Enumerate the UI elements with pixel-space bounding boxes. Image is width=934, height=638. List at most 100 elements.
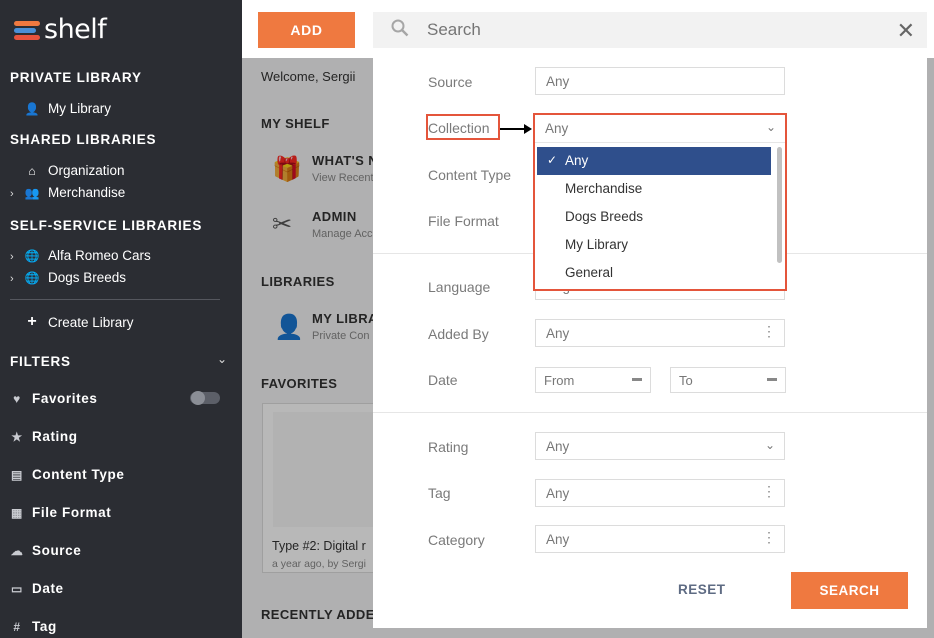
collection-option-my-library[interactable]: My Library xyxy=(537,231,771,259)
shelf-logo[interactable]: shelf xyxy=(14,14,107,45)
chevron-down-icon: ⌄ xyxy=(764,438,775,452)
date-to-placeholder: To xyxy=(679,373,693,388)
chevron-right-icon[interactable]: › xyxy=(10,273,14,285)
hash-icon: # xyxy=(13,619,21,634)
language-label: Language xyxy=(428,279,491,295)
rating-value: Any xyxy=(546,439,570,454)
source-value: Any xyxy=(546,74,570,89)
cloud-icon: ☁ xyxy=(10,543,24,558)
filter-label: Tag xyxy=(32,619,57,634)
tag-field[interactable]: Any ⋮ xyxy=(535,479,785,507)
collection-value: Any xyxy=(545,121,569,136)
date-to-input[interactable]: To ▬ xyxy=(670,367,786,393)
chevron-right-icon[interactable]: › xyxy=(10,188,14,200)
category-label: Category xyxy=(428,532,485,548)
sidebar-item-my-library[interactable]: 👤 My Library xyxy=(24,101,112,116)
calendar-icon[interactable]: ▬ xyxy=(767,373,777,384)
users-icon: 👥 xyxy=(24,185,40,200)
collection-dropdown[interactable]: Any ⌄ ✓ Any Merchandise Dogs Breeds My Li… xyxy=(533,113,787,291)
shared-libraries-heading: SHARED LIBRARIES xyxy=(10,132,157,147)
option-label: General xyxy=(565,265,614,280)
filter-favorites[interactable]: ♥ Favorites xyxy=(10,391,97,406)
star-icon: ★ xyxy=(11,429,23,444)
collection-option-general[interactable]: General xyxy=(537,259,771,287)
sidebar-item-label: My Library xyxy=(48,101,112,116)
category-field[interactable]: Any ⋮ xyxy=(535,525,785,553)
sidebar-item-label: Organization xyxy=(48,163,125,178)
filters-heading[interactable]: FILTERS xyxy=(10,354,71,369)
file-icon: ▦ xyxy=(11,505,23,520)
collection-label-highlight xyxy=(426,114,500,140)
more-vertical-icon[interactable]: ⋮ xyxy=(762,529,776,546)
calendar-icon[interactable]: ▬ xyxy=(632,373,642,384)
date-from-placeholder: From xyxy=(544,373,575,388)
collection-option-any[interactable]: ✓ Any xyxy=(537,147,771,175)
sidebar-item-alfa-romeo-cars[interactable]: 🌐 Alfa Romeo Cars xyxy=(24,248,151,263)
search-bar: ✕ xyxy=(373,12,927,48)
added-by-value: Any xyxy=(546,326,570,341)
file-format-label: File Format xyxy=(428,213,499,229)
filter-file-format[interactable]: ▦ File Format xyxy=(10,505,111,520)
sidebar-item-merchandise[interactable]: 👥 Merchandise xyxy=(24,185,126,200)
lock-user-icon: 👤 xyxy=(24,101,40,116)
rating-label: Rating xyxy=(428,439,469,455)
content-type-label: Content Type xyxy=(428,167,512,183)
sidebar: shelf PRIVATE LIBRARY 👤 My Library SHARE… xyxy=(0,0,242,638)
option-label: My Library xyxy=(565,237,629,252)
filter-tag[interactable]: # Tag xyxy=(10,619,57,634)
filter-label: Favorites xyxy=(32,391,98,406)
advanced-search-panel: ✕ Source Any Collection Content Type Fil… xyxy=(373,12,927,628)
collection-option-dogs-breeds[interactable]: Dogs Breeds xyxy=(537,203,771,231)
logo-text: shelf xyxy=(44,14,107,45)
filter-content-type[interactable]: ▤ Content Type xyxy=(10,467,124,482)
checkmark-icon: ✓ xyxy=(547,153,558,167)
filter-rating[interactable]: ★ Rating xyxy=(10,429,78,444)
filter-date[interactable]: ▭ Date xyxy=(10,581,64,596)
filter-source[interactable]: ☁ Source xyxy=(10,543,81,558)
source-field[interactable]: Any xyxy=(535,67,785,95)
date-from-input[interactable]: From ▬ xyxy=(535,367,651,393)
sidebar-item-organization[interactable]: ⌂ Organization xyxy=(24,163,125,178)
add-button[interactable]: ADD xyxy=(258,12,355,48)
more-vertical-icon[interactable]: ⋮ xyxy=(762,323,776,340)
rating-select[interactable]: Any ⌄ xyxy=(535,432,785,460)
chevron-down-icon: ⌄ xyxy=(765,120,776,134)
tag-label: Tag xyxy=(428,485,451,501)
collection-options: ✓ Any Merchandise Dogs Breeds My Library … xyxy=(537,147,771,287)
self-service-libraries-heading: SELF-SERVICE LIBRARIES xyxy=(10,218,203,233)
sidebar-item-dogs-breeds[interactable]: 🌐 Dogs Breeds xyxy=(24,270,127,285)
annotation-arrowhead xyxy=(524,123,532,134)
search-input[interactable] xyxy=(427,20,847,40)
option-label: Dogs Breeds xyxy=(565,209,644,224)
dropdown-scrollbar[interactable] xyxy=(777,147,782,263)
calendar-icon: ▭ xyxy=(11,581,23,596)
private-library-heading: PRIVATE LIBRARY xyxy=(10,70,142,85)
globe-icon: 🌐 xyxy=(24,270,40,285)
option-label: Any xyxy=(565,153,589,168)
collection-select[interactable]: Any ⌄ xyxy=(535,115,785,143)
added-by-field[interactable]: Any ⋮ xyxy=(535,319,785,347)
building-icon: ⌂ xyxy=(28,163,36,178)
close-icon[interactable]: ✕ xyxy=(897,18,915,44)
chevron-down-icon[interactable]: ⌄ xyxy=(217,352,227,366)
category-value: Any xyxy=(546,532,570,547)
sidebar-item-label: Dogs Breeds xyxy=(48,270,127,285)
collection-option-merchandise[interactable]: Merchandise xyxy=(537,175,771,203)
tag-value: Any xyxy=(546,486,570,501)
heart-icon: ♥ xyxy=(13,391,21,406)
more-vertical-icon[interactable]: ⋮ xyxy=(762,483,776,500)
filter-label: File Format xyxy=(32,505,112,520)
favorites-toggle[interactable] xyxy=(190,391,220,405)
create-library-label: Create Library xyxy=(48,314,134,330)
annotation-arrow xyxy=(500,128,526,130)
chevron-right-icon[interactable]: › xyxy=(10,251,14,263)
create-library-button[interactable]: + Create Library xyxy=(24,313,134,331)
search-button[interactable]: SEARCH xyxy=(791,572,908,609)
reset-button[interactable]: RESET xyxy=(678,582,726,597)
filter-label: Source xyxy=(32,543,82,558)
shelf-logo-icon xyxy=(14,19,40,41)
filter-label: Content Type xyxy=(32,467,125,482)
section-divider xyxy=(373,412,927,413)
source-label: Source xyxy=(428,74,473,90)
sidebar-divider xyxy=(10,299,220,300)
